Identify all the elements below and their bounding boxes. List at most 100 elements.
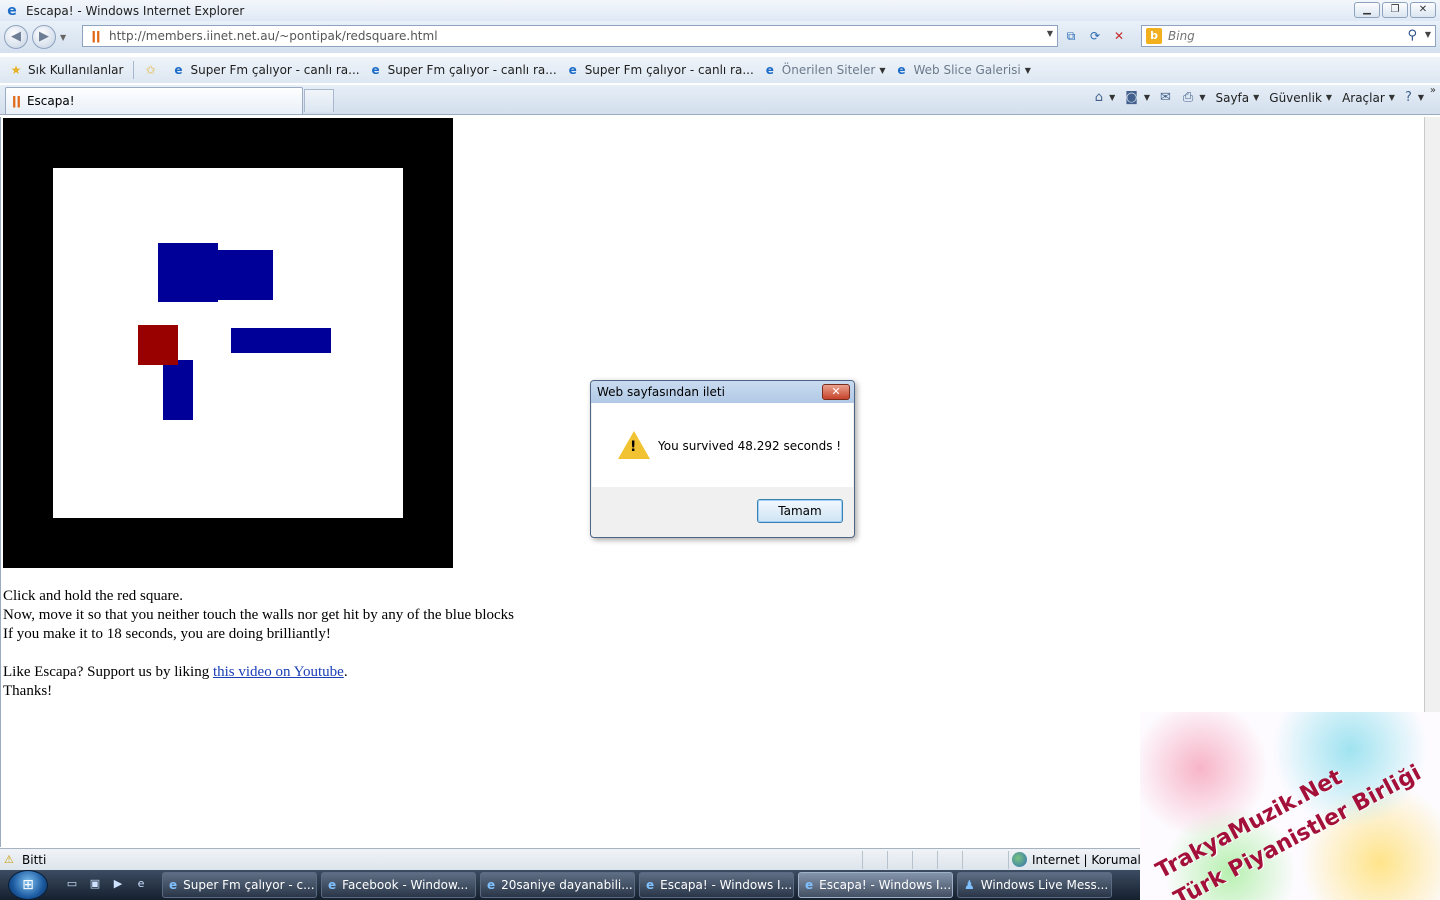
search-dropdown-icon[interactable]: ▼ [1425,30,1431,39]
quick-launch: ▭ ▣ ▶ e [64,876,149,892]
chevron-down-icon: ▼ [1143,93,1150,102]
help-icon: ? [1404,90,1412,105]
dialog-close-button[interactable]: ✕ [822,384,850,400]
favorites-label: Sık Kullanılanlar [28,63,124,77]
ie-page-icon: e [897,63,906,77]
chevron-down-icon: ▼ [1325,93,1333,102]
switch-windows-icon[interactable]: ▣ [87,876,103,892]
task-label: Windows Live Mess... [980,878,1109,892]
mail-icon: ✉ [1160,90,1171,105]
chevron-down-icon: ▼ [1024,65,1031,75]
site-favicon-icon: ǀǀ [91,29,101,43]
chevron-down-icon: ▼ [1388,93,1395,102]
red-square[interactable] [138,325,178,365]
address-row: ◀ ▶ ▼ ǀǀ http://members.iinet.net.au/~po… [0,21,1440,53]
chevron-down-icon: ▼ [1253,93,1260,102]
new-tab-button[interactable] [304,89,334,112]
blue-block [213,250,273,300]
url-text[interactable]: http://members.iinet.net.au/~pontipak/re… [109,29,438,43]
fav-link-1[interactable]: e Super Fm çalıyor - canlı ra... [170,62,359,78]
dialog-title: Web sayfasından ileti [591,381,854,403]
suggested-sites[interactable]: e Önerilen Siteler ▼ [762,62,886,78]
media-player-icon[interactable]: ▶ [110,876,126,892]
add-to-favorites-button[interactable]: ✩ [142,62,162,78]
task-button[interactable]: e 20saniye dayanabili... [480,872,635,898]
ie-quick-launch-icon[interactable]: e [133,876,149,892]
stop-icon[interactable]: ✕ [1110,27,1128,45]
separator [133,61,135,79]
search-box[interactable]: b ⚲ ▼ [1141,25,1436,47]
forward-button[interactable]: ▶ [32,25,56,49]
refresh-icon[interactable]: ⟳ [1086,27,1104,45]
address-bar[interactable]: ǀǀ http://members.iinet.net.au/~pontipak… [82,25,1058,47]
instruction-line: If you make it to 18 seconds, you are do… [3,626,331,642]
start-button[interactable]: ⊞ [8,870,48,900]
favorites-button[interactable]: ★ Sık Kullanılanlar [8,62,124,78]
restore-button[interactable]: ❐ [1382,2,1408,18]
search-input[interactable] [1168,29,1388,43]
command-bar: ⌂ ▼ ◙ ▼ ✉ ⎙ ▼ Sayfa ▼ Güvenlik ▼ Araçlar ▼ ? ▼ [1095,90,1424,105]
fav-link-2[interactable]: e Super Fm çalıyor - canlı ra... [368,62,557,78]
task-button[interactable]: e Super Fm çalıyor - c... [162,872,317,898]
dialog-message: You survived 48.292 seconds ! [658,439,842,453]
fav-link-label: Super Fm çalıyor - canlı ra... [584,63,754,77]
title-bar: e Escapa! - Windows Internet Explorer ▁ … [0,0,1440,21]
task-button[interactable]: e Facebook - Window... [321,872,476,898]
help-button[interactable]: ? ▼ [1405,90,1424,105]
fav-link-label: Super Fm çalıyor - canlı ra... [387,63,557,77]
warning-exclamation-icon: ! [630,439,637,455]
task-label: Facebook - Window... [342,878,469,892]
watermark-line2: Türk Piyanistler Birliği [1170,760,1426,900]
show-desktop-icon[interactable]: ▭ [64,876,80,892]
fav-link-3[interactable]: e Super Fm çalıyor - canlı ra... [565,62,754,78]
ie-icon: e [805,878,814,892]
security-menu[interactable]: Güvenlik ▼ [1269,91,1332,105]
history-dropdown-icon[interactable]: ▼ [60,33,66,42]
status-separator [912,851,913,869]
mail-button[interactable]: ✉ [1160,90,1173,105]
fav-link-label: Web Slice Galerisi [913,63,1021,77]
back-button[interactable]: ◀ [4,25,28,49]
game-field [53,168,403,518]
internet-zone-icon [1012,852,1027,867]
like-suffix: . [343,664,348,680]
task-button[interactable]: e Escapa! - Windows I... [639,872,794,898]
instruction-line: Click and hold the red square. [3,588,183,604]
ie-icon: e [169,878,178,892]
ie-page-icon: e [765,63,774,77]
status-warning-icon: ⚠ [4,853,14,866]
ok-button[interactable]: Tamam [757,499,843,523]
add-favorite-icon: ✩ [145,63,156,77]
address-dropdown-icon[interactable]: ▼ [1047,29,1053,38]
tools-menu[interactable]: Araçlar ▼ [1342,91,1395,105]
tab-label: Escapa! [26,94,75,108]
search-icon[interactable]: ⚲ [1407,28,1417,43]
status-separator [862,851,863,869]
chevron-down-icon: ▼ [1417,93,1424,102]
thanks-text: Thanks! [3,683,53,699]
feeds-button[interactable]: ◙ ▼ [1125,90,1150,105]
window-controls: ▁ ❐ ✕ [1354,2,1436,18]
ie-page-icon: e [174,63,183,77]
home-button[interactable]: ⌂ ▼ [1095,90,1115,105]
compatibility-view-icon[interactable]: ⧉ [1062,27,1080,45]
minimize-button[interactable]: ▁ [1354,2,1380,18]
web-slice-gallery[interactable]: e Web Slice Galerisi ▼ [893,62,1031,78]
task-button-active[interactable]: e Escapa! - Windows I... [798,872,953,898]
home-icon: ⌂ [1094,90,1104,105]
print-button[interactable]: ⎙ ▼ [1183,90,1206,105]
printer-icon: ⎙ [1182,90,1194,105]
ie-page-icon: e [568,63,577,77]
task-button[interactable]: ♟ Windows Live Mess... [957,872,1112,898]
page-menu[interactable]: Sayfa ▼ [1215,91,1259,105]
youtube-link[interactable]: this video on Youtube [213,664,344,680]
favorites-bar: ★ Sık Kullanılanlar ✩ e Super Fm çalıyor… [0,57,1440,83]
ie-logo-icon: e [7,2,17,19]
game-board [3,118,453,568]
close-button[interactable]: ✕ [1410,2,1436,18]
blue-block [163,360,193,420]
dialog-body: ! You survived 48.292 seconds ! [592,403,853,487]
more-commands-icon[interactable]: » [1430,85,1436,96]
tab-escapa[interactable]: ǀǀ Escapa! [5,87,303,114]
